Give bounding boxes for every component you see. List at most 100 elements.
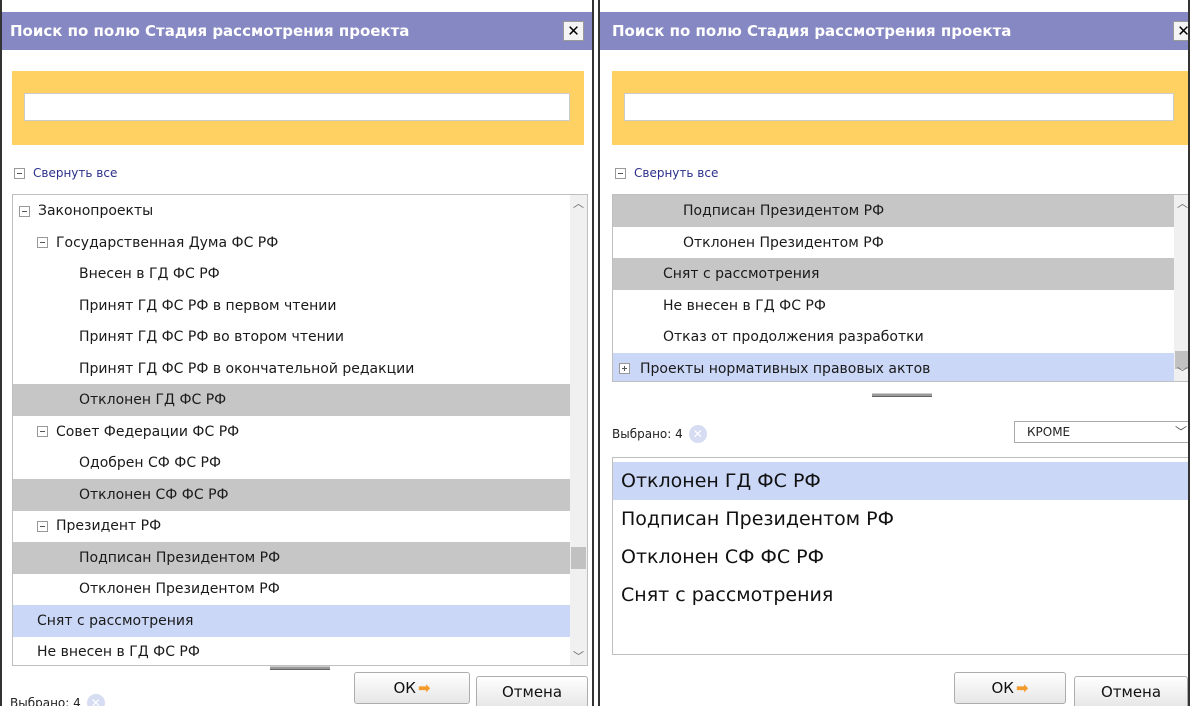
tree-row[interactable]: Снят с рассмотрения <box>13 604 571 637</box>
collapse-node-icon[interactable] <box>37 237 48 248</box>
selected-count: Выбрано: 4 ✕ <box>10 694 105 706</box>
screenshot-canvas: Поиск по полю Стадия рассмотрения проект… <box>0 0 1190 706</box>
tree-row[interactable]: Принят ГД ФС РФ во втором чтении <box>13 321 571 353</box>
cancel-label: Отмена <box>1100 683 1162 701</box>
selected-count-label: Выбрано: 4 <box>10 696 81 706</box>
tree-row[interactable]: Не внесен в ГД ФС РФ <box>613 290 1175 322</box>
tree-row-label: Не внесен в ГД ФС РФ <box>663 297 826 314</box>
tree-row[interactable]: Законопроекты <box>13 195 571 227</box>
tree-row-label: Принят ГД ФС РФ в первом чтении <box>79 297 337 314</box>
tree-row[interactable]: Принят ГД ФС РФ в окончательной редакции <box>13 353 571 385</box>
resize-handle[interactable] <box>270 666 330 670</box>
tree-row[interactable]: Отклонен СФ ФС РФ <box>13 478 571 511</box>
tree-row-label: Внесен в ГД ФС РФ <box>79 266 220 282</box>
tree-row[interactable]: Подписан Президентом РФ <box>13 541 571 574</box>
cancel-button[interactable]: Отмена <box>476 676 588 706</box>
search-area <box>12 71 584 145</box>
collapse-node-icon[interactable] <box>37 426 48 437</box>
arrow-right-icon: ➡ <box>1015 679 1029 697</box>
tree-row-label: Отклонен Президентом РФ <box>683 234 884 251</box>
scroll-up-icon[interactable]: ︿ <box>570 195 587 212</box>
tree-row-label: Законопроекты <box>38 203 154 219</box>
dialog-title: Поиск по полю Стадия рассмотрения проект… <box>612 22 1012 40</box>
dialog-titlebar: Поиск по полю Стадия рассмотрения проект… <box>600 12 1188 50</box>
tree-row-label: Отклонен Президентом РФ <box>79 581 280 597</box>
search-dialog-right: Поиск по полю Стадия рассмотрения проект… <box>598 0 1190 706</box>
selected-count-label: Выбрано: 4 <box>612 427 683 441</box>
tree-row[interactable]: Отклонен Президентом РФ <box>613 227 1175 259</box>
close-icon[interactable]: ✕ <box>563 21 584 41</box>
dialog-titlebar: Поиск по полю Стадия рассмотрения проект… <box>2 12 592 50</box>
tree-row-label: Государственная Дума ФС РФ <box>56 234 279 251</box>
tree-row-label: Не внесен в ГД ФС РФ <box>37 644 200 660</box>
collapse-all-label: Свернуть все <box>634 166 719 180</box>
selected-item[interactable]: Снят с рассмотрения <box>613 576 1188 614</box>
tree-row-label: Подписан Президентом РФ <box>683 203 885 219</box>
tree-row-label: Принят ГД ФС РФ во втором чтении <box>79 329 344 345</box>
tree-row-label: Отклонен СФ ФС РФ <box>79 486 229 503</box>
dialog-title: Поиск по полю Стадия рассмотрения проект… <box>10 22 410 40</box>
resize-handle[interactable] <box>872 393 932 397</box>
tree-row-label: Отказ от продолжения разработки <box>663 329 924 345</box>
tree-row-label: Отклонен ГД ФС РФ <box>79 392 227 408</box>
tree-row-label: Принят ГД ФС РФ в окончательной редакции <box>79 360 415 377</box>
collapse-all-link[interactable]: Свернуть все <box>14 166 117 180</box>
selected-item[interactable]: Отклонен СФ ФС РФ <box>613 538 1188 576</box>
tree-row-label: Совет Федерации ФС РФ <box>56 423 240 440</box>
tree-row[interactable]: Подписан Президентом РФ <box>613 195 1175 227</box>
tree-list: Подписан Президентом РФ Отклонен Президен… <box>612 194 1188 382</box>
tree-row[interactable]: Одобрен СФ ФС РФ <box>13 447 571 479</box>
search-input[interactable] <box>24 93 570 121</box>
tree-row-label: Подписан Президентом РФ <box>79 549 281 566</box>
cancel-label: Отмена <box>501 683 563 701</box>
collapse-node-icon[interactable] <box>37 520 48 532</box>
tree-row[interactable]: Принят ГД ФС РФ в первом чтении <box>13 290 571 322</box>
scroll-up-icon[interactable]: ︿ <box>1174 195 1188 212</box>
selected-item[interactable]: Отклонен ГД ФС РФ <box>613 462 1188 500</box>
selected-count: Выбрано: 4 ✕ <box>612 425 707 443</box>
selected-items-list: Отклонен ГД ФС РФ Подписан Президентом РФ… <box>612 457 1188 655</box>
vertical-scrollbar[interactable]: ︿ ﹀ <box>570 195 587 665</box>
vertical-scrollbar[interactable]: ︿ ﹀ <box>1174 195 1188 381</box>
scroll-down-icon[interactable]: ﹀ <box>1174 364 1188 381</box>
tree-row-label: Одобрен СФ ФС РФ <box>79 455 222 471</box>
collapse-node-icon[interactable] <box>19 205 30 217</box>
search-input[interactable] <box>624 93 1174 121</box>
ok-label: ОК <box>393 679 416 697</box>
ok-label: ОК <box>991 679 1014 697</box>
cancel-button[interactable]: Отмена <box>1074 676 1188 706</box>
tree-row[interactable]: Отклонен Президентом РФ <box>13 573 571 605</box>
search-area <box>612 71 1188 145</box>
tree-row-label: Президент РФ <box>56 518 162 534</box>
tree-row[interactable]: Снят с рассмотрения <box>613 258 1175 290</box>
tree-row[interactable]: Отклонен ГД ФС РФ <box>13 384 571 416</box>
tree-row[interactable]: Государственная Дума ФС РФ <box>13 227 571 259</box>
search-dialog-left: Поиск по полю Стадия рассмотрения проект… <box>0 0 594 706</box>
arrow-right-icon: ➡ <box>417 679 431 697</box>
tree-row-label: Снят с рассмотрения <box>37 612 194 629</box>
tree-row[interactable]: Проекты нормативных правовых актов <box>613 352 1175 381</box>
collapse-all-label: Свернуть все <box>33 166 118 180</box>
close-icon[interactable]: ✕ <box>1173 21 1188 41</box>
scroll-thumb[interactable] <box>571 547 586 569</box>
tree-row[interactable]: Совет Федерации ФС РФ <box>13 416 571 448</box>
clear-selection-icon[interactable]: ✕ <box>86 694 105 706</box>
tree-row[interactable]: Президент РФ <box>13 510 571 542</box>
tree-row-label: Снят с рассмотрения <box>663 266 820 282</box>
selected-item[interactable]: Подписан Президентом РФ <box>613 500 1188 538</box>
collapse-all-link[interactable]: Свернуть все <box>615 166 718 180</box>
minus-icon <box>615 167 626 179</box>
tree-row[interactable]: Внесен в ГД ФС РФ <box>13 258 571 290</box>
tree-row[interactable]: Не внесен в ГД ФС РФ <box>13 636 571 665</box>
minus-icon <box>14 167 25 179</box>
ok-button[interactable]: ОК ➡ <box>954 672 1066 704</box>
tree-row-label: Проекты нормативных правовых актов <box>640 360 931 377</box>
ok-button[interactable]: ОК ➡ <box>354 672 470 704</box>
mode-select[interactable]: КРОМЕ ﹀ <box>1014 421 1188 443</box>
scroll-down-icon[interactable]: ﹀ <box>570 648 587 665</box>
tree-row[interactable]: Отказ от продолжения разработки <box>613 321 1175 353</box>
clear-selection-icon[interactable]: ✕ <box>688 425 707 443</box>
tree-list: Законопроекты Государственная Дума ФС РФ В… <box>12 194 588 666</box>
mode-select-value: КРОМЕ <box>1027 425 1071 439</box>
expand-node-icon[interactable] <box>619 363 630 374</box>
